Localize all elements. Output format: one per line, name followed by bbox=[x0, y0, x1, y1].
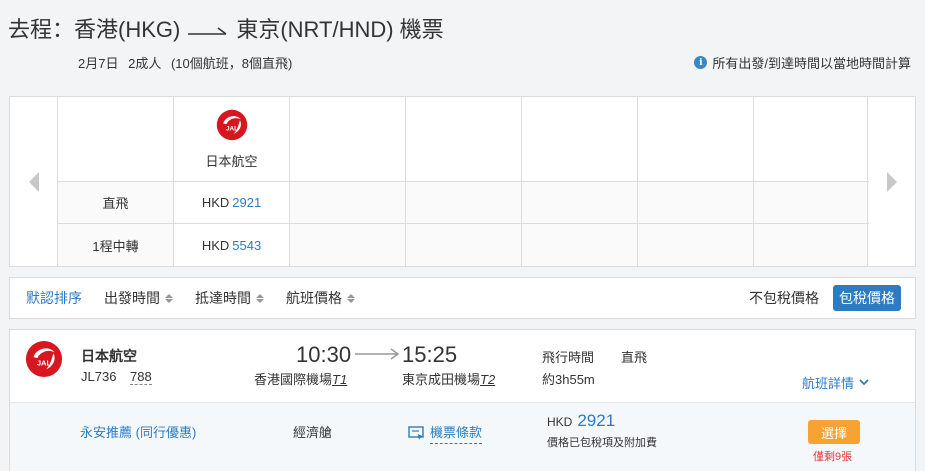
matrix-prev-button[interactable] bbox=[10, 97, 58, 266]
svg-text:JAL: JAL bbox=[225, 125, 237, 132]
matrix-grid: JAL 日本航空 直飛 HKD 2921 1程中轉 HKD 5543 bbox=[58, 97, 869, 266]
matrix-row-label-transfer: 1程中轉 bbox=[58, 224, 174, 266]
matrix-empty-cell bbox=[290, 224, 406, 266]
select-fare-button[interactable]: 選擇 bbox=[808, 420, 860, 444]
flight-number: JL736 bbox=[81, 369, 117, 384]
flight-details-link[interactable]: 航班詳情 bbox=[802, 373, 869, 392]
airport-name: 東京成田機場 bbox=[402, 372, 481, 387]
route-arrow-icon bbox=[188, 27, 227, 35]
sort-label: 抵達時間 bbox=[195, 290, 251, 306]
arrival-airport: 東京成田機場T2 bbox=[402, 369, 495, 388]
info-icon: i bbox=[694, 56, 708, 69]
page-title: 去程：香港(HKG) 東京(NRT/HND) 機票 bbox=[8, 12, 444, 44]
aircraft-type[interactable]: 788 bbox=[130, 369, 152, 385]
fare-price-note: 價格已包稅項及附加費 bbox=[547, 437, 657, 449]
departure-airport: 香港國際機場T1 bbox=[254, 369, 347, 388]
price-currency: HKD bbox=[201, 237, 230, 253]
fare-row: 永安推薦 (同行優惠) 經濟艙 機票條款 HKD 2921 價格已包稅項及附加費 … bbox=[10, 402, 915, 471]
price-value: 2921 bbox=[232, 195, 262, 210]
chevron-right-icon bbox=[886, 171, 897, 192]
passenger-count: 2成人 bbox=[128, 56, 162, 71]
matrix-price-direct[interactable]: HKD 2921 bbox=[174, 182, 290, 224]
matrix-empty-cell bbox=[522, 182, 638, 224]
sort-price[interactable]: 航班價格 bbox=[286, 288, 355, 308]
matrix-empty-cell bbox=[522, 224, 638, 266]
matrix-price-transfer[interactable]: HKD 5543 bbox=[174, 224, 290, 266]
matrix-empty-cell bbox=[290, 97, 406, 182]
sort-arrows-icon bbox=[165, 293, 173, 303]
card-airline-name: 日本航空 bbox=[81, 348, 137, 364]
search-summary: 2月7日 2成人 (10個航班，8個直飛) bbox=[78, 53, 298, 72]
seats-left-badge: 僅剩9張 bbox=[813, 451, 853, 463]
flight-number-row: JL736 788 bbox=[81, 369, 152, 385]
flight-duration: 約3h55m bbox=[542, 372, 595, 387]
chevron-left-icon bbox=[28, 171, 39, 192]
sort-label: 航班價格 bbox=[286, 290, 342, 306]
matrix-empty-cell bbox=[638, 97, 754, 182]
sort-arrows-icon bbox=[256, 293, 264, 303]
tax-excluded-option[interactable]: 不包稅價格 bbox=[749, 288, 819, 308]
matrix-row-label-direct: 直飛 bbox=[58, 182, 174, 224]
ticket-rules-icon bbox=[408, 426, 424, 440]
matrix-empty-cell bbox=[638, 224, 754, 266]
flight-card: JAL 日本航空 JL736 788 10:30 15:25 香港國際機場T1 … bbox=[9, 329, 916, 471]
price-value: 5543 bbox=[232, 237, 262, 253]
fare-rules-link[interactable]: 機票條款 bbox=[408, 422, 483, 444]
sort-default-label: 默認排序 bbox=[26, 290, 82, 306]
arrival-time: 15:25 bbox=[402, 342, 458, 367]
matrix-empty-cell bbox=[406, 182, 522, 224]
sort-bar: 默認排序 出發時間 抵達時間 航班價格 不包稅價格 包稅價格 bbox=[9, 277, 916, 319]
fare-promo[interactable]: 永安推薦 (同行優惠) bbox=[80, 422, 196, 441]
matrix-corner bbox=[58, 97, 174, 182]
sort-default[interactable]: 默認排序 bbox=[26, 288, 82, 308]
title-origin: 去程：香港(HKG) bbox=[8, 17, 181, 42]
terminal: T2 bbox=[480, 372, 496, 387]
sort-label: 出發時間 bbox=[104, 290, 160, 306]
matrix-empty-cell bbox=[638, 182, 754, 224]
airport-name: 香港國際機場 bbox=[254, 372, 333, 387]
fare-cabin: 經濟艙 bbox=[293, 425, 333, 440]
matrix-empty-cell bbox=[406, 224, 522, 266]
flight-type: 直飛 bbox=[621, 350, 648, 365]
airline-matrix: JAL 日本航空 直飛 HKD 2921 1程中轉 HKD 5543 bbox=[9, 96, 916, 267]
sort-depart-time[interactable]: 出發時間 bbox=[104, 288, 173, 308]
departure-time: 10:30 bbox=[296, 342, 352, 367]
tax-included-option[interactable]: 包稅價格 bbox=[833, 285, 901, 311]
terminal: T1 bbox=[332, 372, 348, 387]
matrix-next-button[interactable] bbox=[867, 97, 915, 266]
tax-toggle: 不包稅價格 包稅價格 bbox=[749, 285, 901, 311]
fare-rules-label: 機票條款 bbox=[430, 422, 483, 444]
duration-label: 飛行時間 bbox=[542, 350, 595, 365]
sort-arrows-icon bbox=[347, 293, 355, 303]
details-label: 航班詳情 bbox=[802, 376, 855, 391]
time-notice: i 所有出發/到達時間以當地時間計算 bbox=[694, 53, 911, 72]
travel-date: 2月7日 bbox=[78, 56, 119, 71]
sort-arrive-time[interactable]: 抵達時間 bbox=[195, 288, 264, 308]
fare-currency: HKD bbox=[547, 415, 573, 429]
price-currency: HKD bbox=[201, 195, 230, 210]
title-destination: 東京(NRT/HND) 機票 bbox=[236, 17, 444, 42]
notice-text: 所有出發/到達時間以當地時間計算 bbox=[712, 56, 911, 71]
flight-count: (10個航班，8個直飛) bbox=[170, 56, 293, 71]
matrix-airline-jal[interactable]: JAL 日本航空 bbox=[174, 97, 290, 182]
matrix-empty-cell bbox=[754, 182, 869, 224]
chevron-down-icon bbox=[859, 379, 869, 386]
matrix-empty-cell bbox=[754, 224, 869, 266]
time-arrow-icon bbox=[355, 348, 400, 360]
fare-price: HKD 2921 bbox=[547, 411, 615, 431]
matrix-empty-cell bbox=[754, 97, 869, 182]
matrix-empty-cell bbox=[522, 97, 638, 182]
jal-logo-icon: JAL bbox=[25, 340, 63, 378]
matrix-empty-cell bbox=[406, 97, 522, 182]
jal-logo-icon: JAL bbox=[216, 109, 247, 140]
matrix-empty-cell bbox=[290, 182, 406, 224]
matrix-airline-name: 日本航空 bbox=[205, 153, 258, 169]
fare-amount: 2921 bbox=[577, 411, 616, 430]
svg-text:JAL: JAL bbox=[37, 359, 52, 368]
